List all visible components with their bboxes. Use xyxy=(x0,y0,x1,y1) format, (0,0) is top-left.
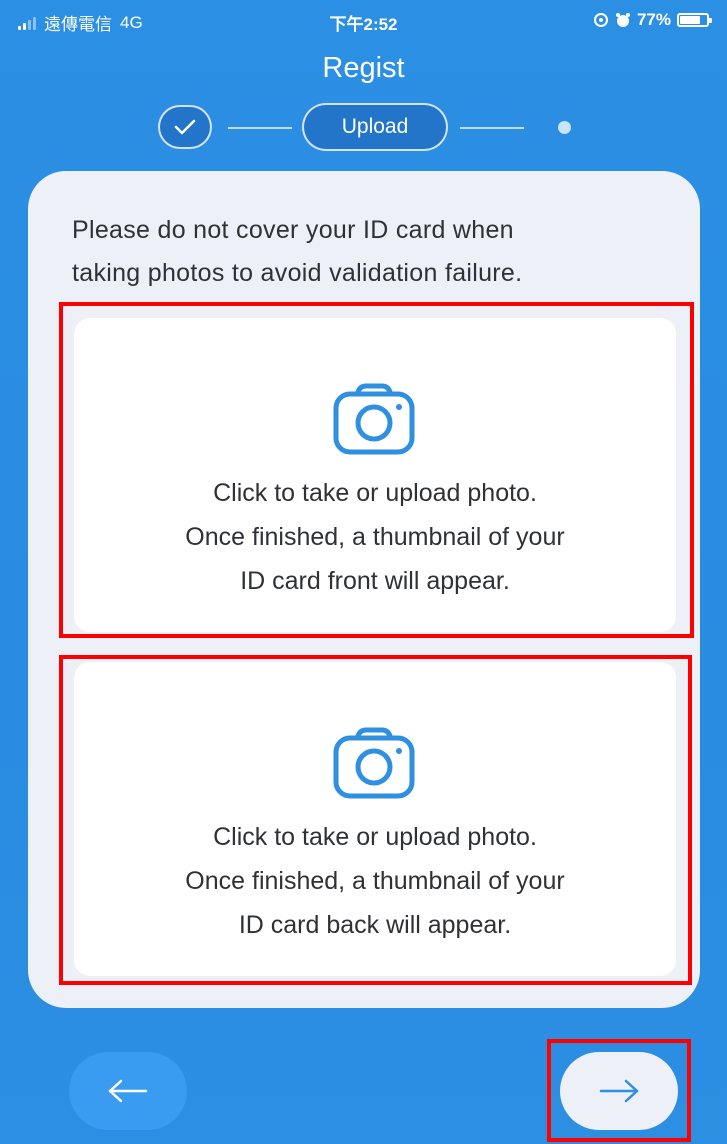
upload-back-text: Click to take or upload photo. Once fini… xyxy=(74,815,676,947)
upload-id-back[interactable]: Click to take or upload photo. Once fini… xyxy=(74,662,676,976)
next-button[interactable] xyxy=(560,1052,678,1130)
step-current: Upload xyxy=(302,103,448,151)
camera-icon xyxy=(333,383,415,455)
page-title: Regist xyxy=(322,52,405,84)
upload-back-line: Click to take or upload photo. xyxy=(213,823,537,851)
upload-back-line: ID card back will appear. xyxy=(238,911,512,939)
alarm-icon xyxy=(615,13,630,27)
camera-icon xyxy=(333,727,415,799)
upload-front-line: Click to take or upload photo. xyxy=(213,479,537,507)
instruction-line: taking photos to avoid validation failur… xyxy=(72,259,523,287)
instruction-line: Please do not cover your ID card when xyxy=(72,216,514,244)
step-current-label: Upload xyxy=(341,115,409,138)
step-connector xyxy=(228,127,292,129)
battery-icon xyxy=(677,13,712,27)
arrow-left-icon xyxy=(108,1079,148,1103)
status-right: 77% xyxy=(593,10,712,30)
step-completed xyxy=(158,105,212,149)
step-upcoming xyxy=(558,121,571,134)
upload-front-line: Once finished, a thumbnail of your xyxy=(185,523,565,551)
battery-percent: 77% xyxy=(636,10,671,29)
check-icon xyxy=(174,119,196,135)
upload-id-front[interactable]: Click to take or upload photo. Once fini… xyxy=(74,318,676,632)
step-connector xyxy=(460,127,524,129)
registration-screen: 遠傳電信 4G 下午2:52 77% Regist Upload Please … xyxy=(0,0,727,1144)
upload-card: Please do not cover your ID card when ta… xyxy=(28,171,700,1008)
upload-front-line: ID card front will appear. xyxy=(240,567,510,595)
progress-stepper: Upload xyxy=(0,103,727,151)
upload-back-line: Once finished, a thumbnail of your xyxy=(185,867,565,895)
upload-front-text: Click to take or upload photo. Once fini… xyxy=(74,471,676,603)
status-bar: 遠傳電信 4G 下午2:52 77% xyxy=(0,0,727,40)
instruction-text: Please do not cover your ID card when ta… xyxy=(72,209,672,295)
rotation-lock-icon xyxy=(593,13,608,27)
arrow-right-icon xyxy=(599,1079,639,1103)
back-button[interactable] xyxy=(69,1052,187,1130)
